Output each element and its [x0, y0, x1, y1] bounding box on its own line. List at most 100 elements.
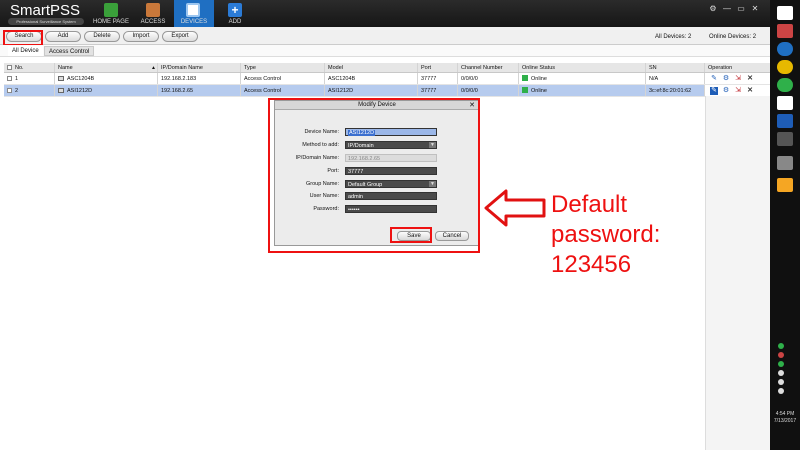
delete-button[interactable]: Delete: [84, 31, 120, 42]
row-sn: N/A: [646, 73, 705, 84]
smartpss-window: SmartPSS Professional Surveillance Syste…: [0, 0, 770, 450]
nav-add[interactable]: + ADD: [216, 0, 254, 27]
row-sn: 3c:ef:8c:20:01:62: [646, 85, 705, 96]
online-devices-label: Online Devices:: [709, 34, 752, 40]
table-header: No. Name ▲ IP/Domain Name Type Model Port…: [4, 63, 770, 73]
delete-icon[interactable]: ✕: [746, 75, 754, 83]
tray-icon[interactable]: [778, 343, 784, 349]
app-icon[interactable]: [777, 132, 793, 146]
nav-access[interactable]: ACCESS: [134, 0, 172, 27]
col-header-channel[interactable]: Channel Number: [458, 63, 519, 72]
app-logo: SmartPSS Professional Surveillance Syste…: [6, 2, 86, 25]
device-icon: [58, 76, 64, 81]
nav-devices[interactable]: DEVICES: [174, 0, 214, 27]
table-row[interactable]: 2 ASI1212D 192.168.2.65 Access Control A…: [4, 85, 770, 97]
col-header-operation: Operation: [708, 65, 733, 71]
row-type: Access Control: [241, 73, 325, 84]
annotation-line-1: Default: [551, 191, 628, 218]
minimize-icon[interactable]: —: [720, 3, 734, 15]
tray-icon[interactable]: [778, 352, 784, 358]
close-icon[interactable]: ✕: [748, 3, 762, 15]
logo-subtitle: Professional Surveillance System: [8, 18, 84, 25]
delete-icon[interactable]: ✕: [746, 87, 754, 95]
col-header-status[interactable]: Online Status: [519, 63, 646, 72]
row-name-cell: ASC1204B: [55, 73, 158, 84]
table-row[interactable]: 1 ASC1204B 192.168.2.183 Access Control …: [4, 73, 770, 85]
annotation-line-2: password:: [551, 221, 661, 248]
plus-icon: +: [228, 3, 242, 17]
col-header-no[interactable]: No.: [4, 63, 55, 72]
col-header-type[interactable]: Type: [241, 63, 325, 72]
col-header-port[interactable]: Port: [418, 63, 458, 72]
export-button[interactable]: Export: [162, 31, 198, 42]
logout-icon[interactable]: ⇲: [734, 75, 742, 83]
gear-icon[interactable]: ⚙: [722, 87, 730, 95]
edit-icon[interactable]: ✎: [710, 87, 718, 95]
app-icon[interactable]: [777, 178, 793, 192]
app-icon[interactable]: [777, 114, 793, 128]
logo-text: SmartPSS: [10, 2, 81, 19]
row-name-cell: ASI1212D: [55, 85, 158, 96]
tray-icon[interactable]: [778, 388, 784, 394]
device-subtabs: All Device Access Control: [0, 45, 770, 57]
row-checkbox[interactable]: [7, 76, 12, 81]
nav-home-label: HOME PAGE: [93, 19, 129, 25]
row-checkbox[interactable]: [7, 88, 12, 93]
clock[interactable]: 4:54 PM 7/13/2017: [770, 411, 800, 425]
app-icon[interactable]: [777, 24, 793, 38]
app-icon[interactable]: [777, 96, 793, 110]
nav-home-page[interactable]: HOME PAGE: [92, 0, 130, 27]
maximize-icon[interactable]: ▭: [734, 3, 748, 15]
app-icon[interactable]: [777, 156, 793, 170]
settings-icon[interactable]: ⚙: [706, 3, 720, 15]
gear-icon[interactable]: ⚙: [722, 75, 730, 83]
sort-up-icon: ▲: [151, 65, 156, 71]
row-model: ASI1212D: [325, 85, 418, 96]
row-no: 1: [15, 76, 19, 82]
col-header-ip[interactable]: IP/Domain Name: [158, 63, 241, 72]
row-channel: 0/0/0/0: [458, 85, 519, 96]
dialog-highlight-box: [268, 98, 480, 253]
device-icon: [58, 88, 64, 93]
row-channel: 0/0/0/0: [458, 73, 519, 84]
row-status: Online: [531, 76, 547, 82]
chrome-icon[interactable]: [777, 60, 793, 74]
logout-icon[interactable]: ⇲: [734, 87, 742, 95]
spotify-icon[interactable]: [777, 78, 793, 92]
row-port: 37777: [418, 85, 458, 96]
import-button[interactable]: Import: [123, 31, 159, 42]
col-header-sn[interactable]: SN: [646, 63, 705, 72]
all-devices-label: All Devices:: [655, 34, 687, 40]
tray-icon[interactable]: [778, 370, 784, 376]
app-icon[interactable]: [777, 6, 793, 20]
col-header-name[interactable]: Name ▲: [55, 63, 158, 72]
window-controls: ⚙ — ▭ ✕: [706, 3, 766, 15]
row-operations: ✎ ⚙ ⇲ ✕: [705, 85, 770, 96]
row-operations: ✎ ⚙ ⇲ ✕: [705, 73, 770, 84]
save-highlight-box: [390, 227, 432, 243]
edit-icon[interactable]: ✎: [710, 75, 718, 83]
row-ip: 192.168.2.183: [158, 73, 241, 84]
os-taskbar: 4:54 PM 7/13/2017: [770, 0, 800, 450]
col-header-model[interactable]: Model: [325, 63, 418, 72]
row-port: 37777: [418, 73, 458, 84]
app-icon[interactable]: [777, 42, 793, 56]
tab-access-control[interactable]: Access Control: [44, 46, 95, 56]
all-devices-count: All Devices: 2: [655, 34, 691, 40]
row-model: ASC1204B: [325, 73, 418, 84]
clock-time: 4:54 PM: [775, 411, 795, 417]
row-name: ASC1204B: [67, 76, 95, 82]
nav-devices-label: DEVICES: [180, 19, 208, 25]
nav-access-label: ACCESS: [140, 19, 166, 25]
select-all-checkbox[interactable]: [7, 65, 12, 70]
add-button[interactable]: Add: [45, 31, 81, 42]
col-no-label: No.: [15, 65, 24, 71]
online-indicator: [522, 87, 528, 93]
row-status: Online: [531, 88, 547, 94]
tray-icon[interactable]: [778, 361, 784, 367]
online-devices-count: Online Devices: 2: [709, 34, 756, 40]
search-highlight-box: [3, 30, 43, 46]
door-icon: [146, 3, 160, 17]
tray-icon[interactable]: [778, 379, 784, 385]
tab-all-device[interactable]: All Device: [8, 46, 43, 56]
